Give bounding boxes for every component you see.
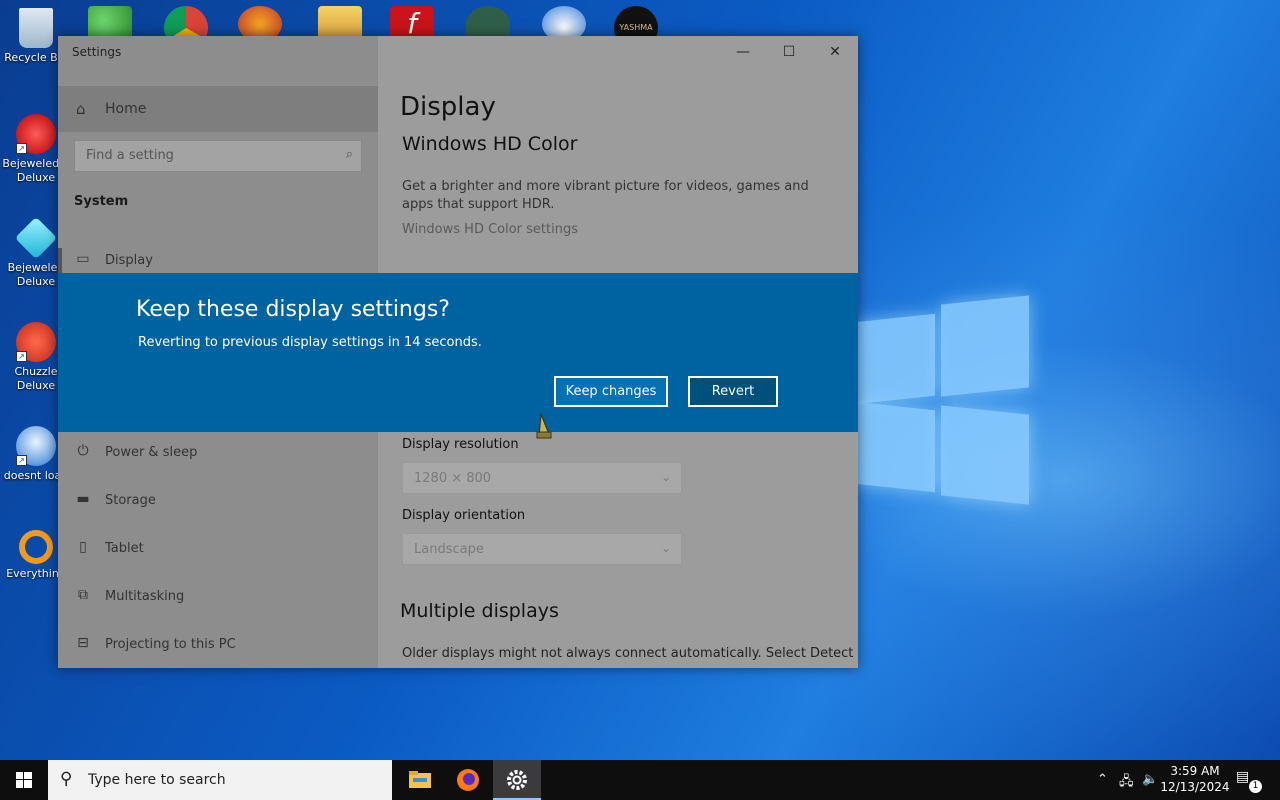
windows-logo-wallpaper [855, 295, 1030, 505]
orientation-dropdown[interactable]: Landscape ⌄ [402, 533, 682, 565]
settings-taskbar-button[interactable] [493, 760, 541, 800]
action-center-button[interactable]: ▤ 1 [1236, 769, 1262, 793]
chevron-up-icon[interactable]: ⌃ [1097, 772, 1108, 787]
bejeweled-icon [14, 216, 58, 260]
find-setting-input[interactable]: Find a setting ⌕ [74, 140, 362, 172]
maximize-button[interactable]: ☐ [766, 36, 812, 68]
sidebar-home[interactable]: ⌂ Home [58, 86, 378, 132]
hd-color-settings-link[interactable]: Windows HD Color settings [402, 222, 578, 237]
multiple-displays-description: Older displays might not always connect … [402, 646, 854, 661]
chevron-down-icon: ⌄ [660, 470, 671, 484]
thunderbird-icon: ↗ [16, 426, 56, 466]
sidebar-item-label: Display [105, 253, 153, 268]
minimize-button[interactable]: — [720, 36, 766, 68]
multitasking-icon: ⧉ [78, 587, 88, 603]
sidebar-item-storage[interactable]: ▬ Storage [58, 481, 378, 521]
desktop-icon-label: Bejeweled Deluxe [7, 261, 65, 288]
search-icon: ⚲ [60, 769, 73, 789]
shortcut-arrow-icon: ↗ [16, 351, 27, 362]
shortcut-arrow-icon: ↗ [16, 143, 27, 154]
storage-icon: ▬ [76, 491, 90, 507]
sidebar-item-projecting[interactable]: ⊟ Projecting to this PC [58, 625, 378, 665]
network-icon[interactable]: 🖧 [1119, 772, 1134, 794]
gear-icon [507, 770, 527, 790]
mouse-cursor-icon [536, 413, 552, 439]
sidebar-item-label: Tablet [105, 541, 144, 556]
resolution-dropdown[interactable]: 1280 × 800 ⌄ [402, 462, 682, 494]
clock-date: 12/13/2024 [1160, 780, 1230, 794]
taskbar: ⚲ Type here to search ⌃ 🖧 🔈 3:59 AM 12/1… [0, 760, 1280, 800]
keep-changes-button[interactable]: Keep changes [554, 376, 668, 407]
sidebar-item-label: Power & sleep [105, 445, 198, 460]
volume-icon[interactable]: 🔈 [1142, 772, 1158, 787]
hd-color-heading: Windows HD Color [402, 133, 578, 155]
chuzzle-icon: ↗ [16, 322, 56, 362]
sidebar-item-tablet[interactable]: ▯ Tablet [58, 529, 378, 569]
tablet-icon: ▯ [79, 539, 87, 555]
sidebar-item-label: Projecting to this PC [105, 637, 236, 652]
desktop-icon-label: Everything [6, 567, 66, 580]
chevron-down-icon: ⌄ [660, 541, 671, 555]
resolution-value: 1280 × 800 [414, 471, 492, 486]
notification-count-badge: 1 [1249, 780, 1262, 793]
sidebar-item-label: Multitasking [105, 589, 185, 604]
taskbar-search-box[interactable]: ⚲ Type here to search [48, 760, 392, 800]
notification-icon: ▤ [1236, 769, 1250, 785]
search-icon: ⌕ [345, 147, 353, 162]
multiple-displays-heading: Multiple displays [400, 600, 559, 622]
orientation-value: Landscape [414, 542, 484, 557]
keep-settings-dialog: Keep these display settings? Reverting t… [58, 273, 858, 432]
clock-time: 3:59 AM [1170, 764, 1220, 778]
revert-button[interactable]: Revert [688, 376, 778, 407]
find-setting-placeholder: Find a setting [86, 148, 174, 163]
taskbar-clock[interactable]: 3:59 AM 12/13/2024 [1160, 763, 1230, 795]
yashma-label: YASHMA [619, 23, 653, 32]
orientation-label: Display orientation [402, 508, 526, 523]
file-explorer-taskbar-button[interactable] [396, 760, 444, 800]
everything-search-icon [19, 530, 53, 564]
window-titlebar[interactable]: Settings — ☐ ✕ [58, 36, 858, 68]
bejeweled2-icon: ↗ [16, 114, 56, 154]
folder-icon [409, 771, 431, 788]
start-button[interactable] [0, 760, 48, 800]
sidebar-item-multitasking[interactable]: ⧉ Multitasking [58, 577, 378, 617]
sidebar-section-title: System [74, 194, 129, 209]
monitor-icon: ▭ [76, 251, 90, 267]
close-button[interactable]: ✕ [812, 36, 858, 68]
recycle-bin-icon [19, 8, 53, 48]
power-icon: ⏻ [77, 443, 89, 459]
sidebar-item-label: Storage [105, 493, 156, 508]
desktop-icon-label: Chuzzle Deluxe [14, 365, 58, 392]
page-title: Display [400, 92, 496, 122]
windows-logo-icon [16, 772, 32, 788]
sidebar-home-label: Home [105, 101, 147, 117]
firefox-taskbar-button[interactable] [444, 760, 492, 800]
hd-color-description: Get a brighter and more vibrant picture … [402, 179, 809, 212]
window-title: Settings [72, 45, 122, 59]
sidebar-item-power-sleep[interactable]: ⏻ Power & sleep [58, 433, 378, 473]
home-icon: ⌂ [76, 100, 86, 118]
firefox-icon [457, 769, 479, 791]
dialog-message: Reverting to previous display settings i… [138, 335, 482, 350]
dialog-title: Keep these display settings? [136, 297, 450, 322]
taskbar-search-placeholder: Type here to search [88, 772, 226, 788]
shortcut-arrow-icon: ↗ [16, 455, 27, 466]
resolution-label: Display resolution [402, 437, 519, 452]
projecting-icon: ⊟ [77, 635, 89, 651]
